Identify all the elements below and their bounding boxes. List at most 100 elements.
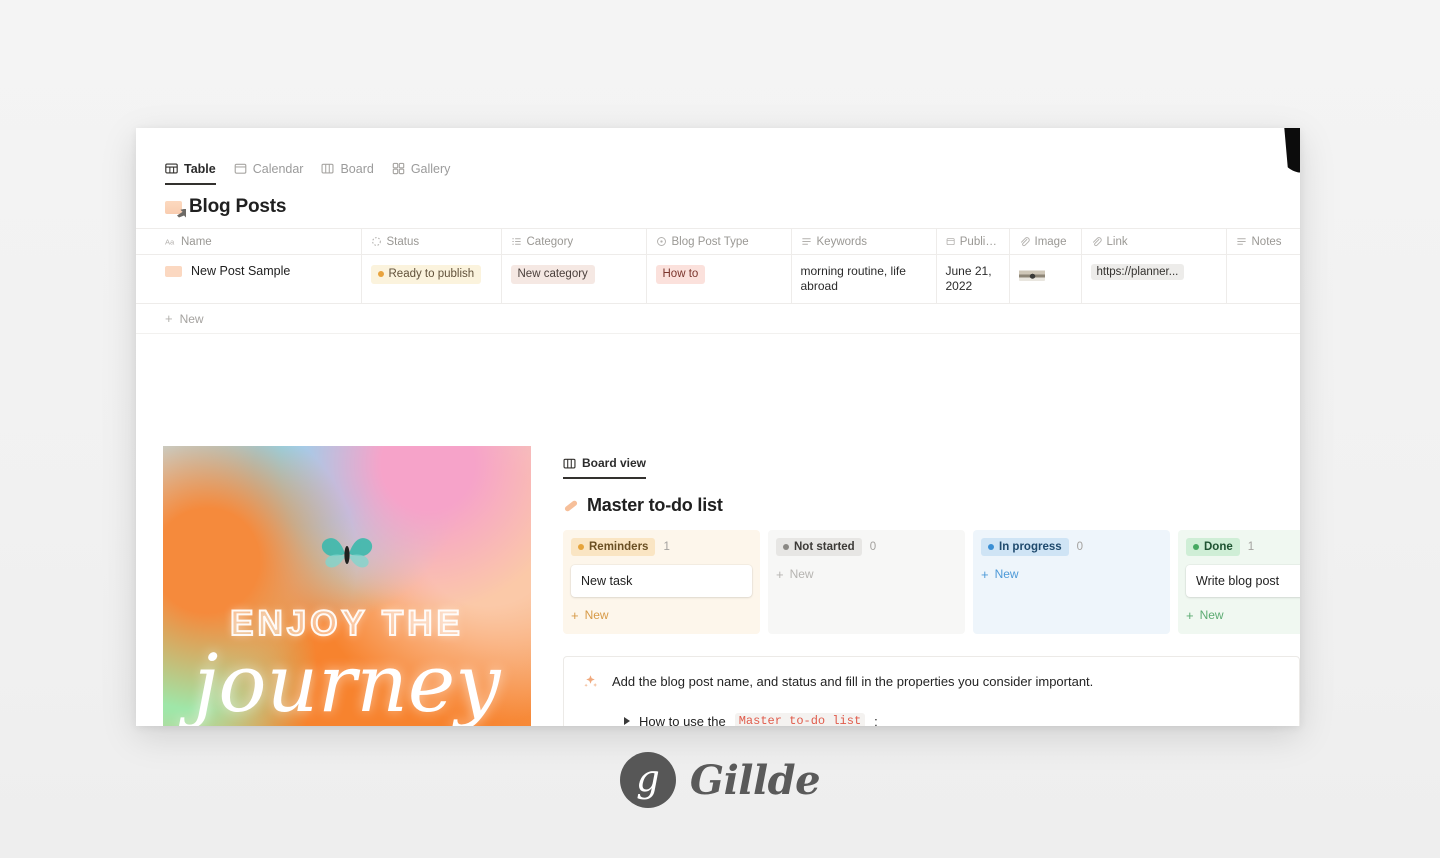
column-header: In progress 0 [981, 538, 1162, 556]
cell-name[interactable]: New Post Sample [136, 254, 362, 304]
plus-icon: + [981, 566, 989, 582]
new-label: New [584, 608, 609, 622]
status-dot-icon [377, 271, 384, 277]
board-view-tabs: Board view [563, 446, 1300, 479]
tab-board-view[interactable]: Board view [563, 456, 647, 479]
status-spinner-icon [371, 237, 381, 246]
kanban-column-reminders: Reminders 1 New task + New [563, 530, 760, 634]
database-view-tabs: Table Calendar Board Gallery [136, 128, 1300, 186]
kanban-column-not-started: Not started 0 + New [768, 530, 965, 634]
column-header: Reminders 1 [571, 538, 752, 556]
select-circle-icon [656, 237, 666, 246]
toggle-prefix: How to use the [639, 713, 726, 727]
column-header-blog-post-type[interactable]: Blog Post Type [646, 228, 792, 255]
database-page-icon [165, 200, 182, 214]
status-badge: Ready to publish [370, 264, 482, 284]
column-new-button[interactable]: + New [981, 565, 1162, 581]
chevron-right-icon[interactable] [624, 717, 630, 725]
toggle-list-item[interactable]: How to use the Master to-do list : [624, 713, 1281, 726]
cell-link[interactable]: https://planner... [1081, 254, 1227, 304]
column-header: Done 1 [1186, 538, 1300, 556]
column-new-button[interactable]: + New [571, 606, 752, 622]
status-dot-icon [988, 544, 994, 550]
new-label: New [994, 567, 1019, 581]
board-title-text: Master to-do list [587, 495, 723, 515]
cell-status[interactable]: Ready to publish [361, 254, 502, 304]
column-label: Image [1034, 235, 1067, 248]
column-header-publication-date[interactable]: Publica... [936, 228, 1010, 255]
board-icon [563, 458, 576, 468]
table-icon [165, 163, 178, 174]
column-label: Not started [794, 541, 855, 553]
cell-publication-date[interactable]: June 21, 2022 [936, 254, 1010, 304]
column-count: 1 [663, 541, 670, 553]
board-title: Master to-do list [563, 479, 1300, 530]
tab-board-label: Board [340, 161, 374, 176]
cell-image[interactable] [1009, 254, 1082, 304]
kanban-card[interactable]: New task [571, 565, 752, 597]
plus-icon: + [571, 607, 579, 623]
database-title: Blog Posts [136, 186, 1300, 228]
column-count: 1 [1247, 541, 1255, 553]
column-header: Not started 0 [776, 538, 957, 556]
cell-category[interactable]: New category [501, 254, 647, 304]
column-label: Reminders [589, 541, 649, 553]
table-row[interactable]: New Post Sample Ready to publish New cat… [136, 254, 1300, 304]
column-header-name[interactable]: Aa Name [136, 228, 362, 255]
svg-text:Aa: Aa [165, 237, 175, 246]
cell-notes[interactable] [1226, 254, 1300, 304]
tab-board[interactable]: Board [321, 161, 374, 185]
new-row-label: New [179, 311, 204, 326]
column-status-badge[interactable]: In progress [981, 538, 1069, 556]
column-header-status[interactable]: Status [361, 228, 502, 255]
cell-keywords[interactable]: morning routine, life abroad [791, 254, 937, 304]
column-count: 0 [1076, 541, 1084, 553]
column-count: 0 [869, 541, 877, 553]
instruction-callout: Add the blog post name, and status and f… [563, 656, 1300, 726]
attachment-icon [1020, 237, 1030, 247]
plus-icon: + [1186, 607, 1194, 623]
row-name-text: New Post Sample [191, 264, 291, 278]
tab-table[interactable]: Table [165, 162, 216, 185]
column-status-badge[interactable]: Not started [776, 538, 862, 556]
cell-blog-post-type[interactable]: How to [646, 254, 792, 304]
column-label: Blog Post Type [671, 235, 749, 248]
column-new-button[interactable]: + New [776, 565, 957, 581]
publication-date-text: June 21, 2022 [945, 264, 992, 293]
column-header-notes[interactable]: Notes [1226, 228, 1300, 255]
column-header-image[interactable]: Image [1009, 228, 1082, 255]
kanban-card-title: Write blog post [1196, 574, 1280, 588]
board-panel: Board view Master to-do list Reminders 1… [563, 446, 1300, 726]
column-header-link[interactable]: Link [1081, 228, 1227, 255]
toggle-suffix: : [874, 713, 878, 727]
column-header-category[interactable]: Category [501, 228, 647, 255]
new-label: New [1199, 608, 1224, 622]
kanban-card[interactable]: Write blog post [1186, 565, 1300, 597]
column-label: Link [1106, 235, 1128, 248]
tab-calendar[interactable]: Calendar [234, 162, 303, 185]
plus-icon: + [165, 311, 173, 326]
sparkle-icon [584, 675, 598, 687]
status-label: Ready to publish [388, 267, 475, 280]
gillde-wordmark: Gillde [689, 756, 821, 804]
cover-script-text: journey [193, 637, 501, 726]
text-aa-icon: Aa [165, 237, 175, 246]
column-label: Publica... [959, 235, 1000, 248]
link-chip[interactable]: https://planner... [1090, 264, 1185, 280]
column-label: Category [526, 235, 574, 248]
notion-screenshot-card: Table Calendar Board Gallery Blog Posts … [136, 128, 1300, 726]
table-new-row-button[interactable]: + New [136, 304, 1300, 334]
column-new-button[interactable]: + New [1186, 606, 1300, 622]
tab-gallery-label: Gallery [410, 161, 451, 176]
column-header-keywords[interactable]: Keywords [791, 228, 937, 255]
column-status-badge[interactable]: Reminders [571, 538, 656, 556]
gallery-icon [392, 162, 405, 175]
gillde-logo: g Gillde [0, 752, 1440, 808]
column-status-badge[interactable]: Done [1186, 538, 1240, 556]
blog-post-type-badge: How to [655, 265, 706, 284]
column-label: In progress [999, 541, 1062, 553]
calendar-icon [234, 163, 247, 174]
toggle-code-chip: Master to-do list [734, 713, 866, 726]
tab-gallery[interactable]: Gallery [392, 161, 451, 185]
text-lines-icon [1236, 238, 1246, 245]
